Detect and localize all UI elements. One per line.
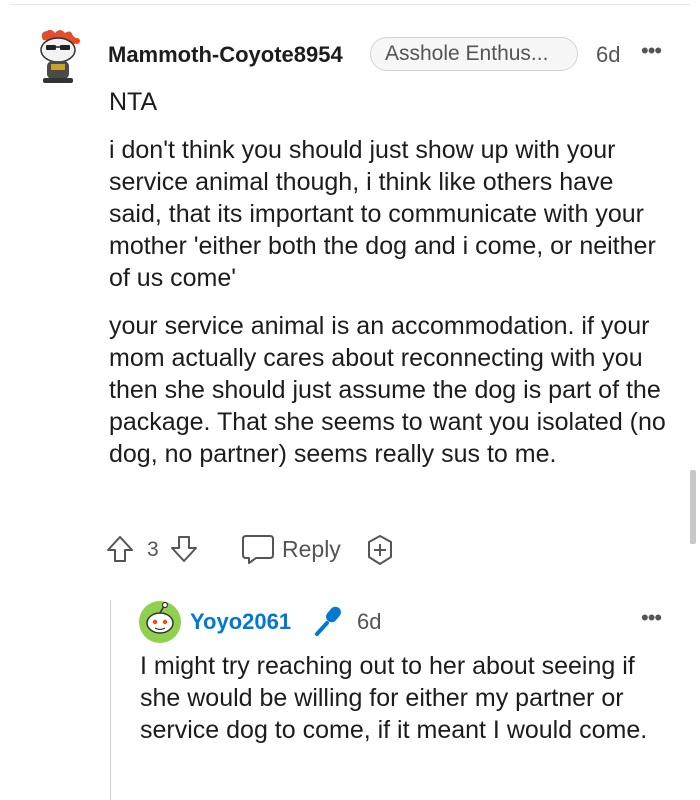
comment-paragraph: i don't think you should just show up wi… (109, 136, 656, 292)
reply-timestamp: 6d (357, 609, 382, 634)
vote-count: 3 (147, 538, 159, 561)
reply-author[interactable]: Yoyo2061 (190, 609, 291, 635)
thread-line[interactable] (110, 600, 111, 800)
snoo-avatar-icon[interactable] (33, 28, 83, 84)
reply-button[interactable]: Reply (282, 536, 341, 563)
more-options-icon[interactable]: ••• (641, 605, 662, 631)
comment-author[interactable]: Mammoth-Coyote8954 (108, 42, 343, 68)
downvote-icon[interactable] (169, 534, 199, 564)
reply-bubble-icon[interactable] (240, 533, 276, 565)
comment-paragraph: NTA (109, 88, 158, 116)
comment-actions: 3 Reply (105, 530, 405, 570)
microphone-icon (315, 606, 341, 636)
comment-timestamp: 6d (596, 42, 621, 67)
user-flair: Asshole Enthus... (370, 37, 578, 71)
more-options-icon[interactable]: ••• (641, 38, 662, 64)
upvote-icon[interactable] (105, 534, 135, 564)
comment-paragraph: your service animal is an accommodation.… (109, 312, 666, 468)
scrollbar-thumb[interactable] (690, 470, 696, 544)
divider-line (10, 4, 690, 5)
award-plus-icon[interactable] (363, 533, 397, 567)
reply-text: I might try reaching out to her about se… (140, 652, 648, 744)
snoo-avatar-icon[interactable] (138, 600, 182, 644)
